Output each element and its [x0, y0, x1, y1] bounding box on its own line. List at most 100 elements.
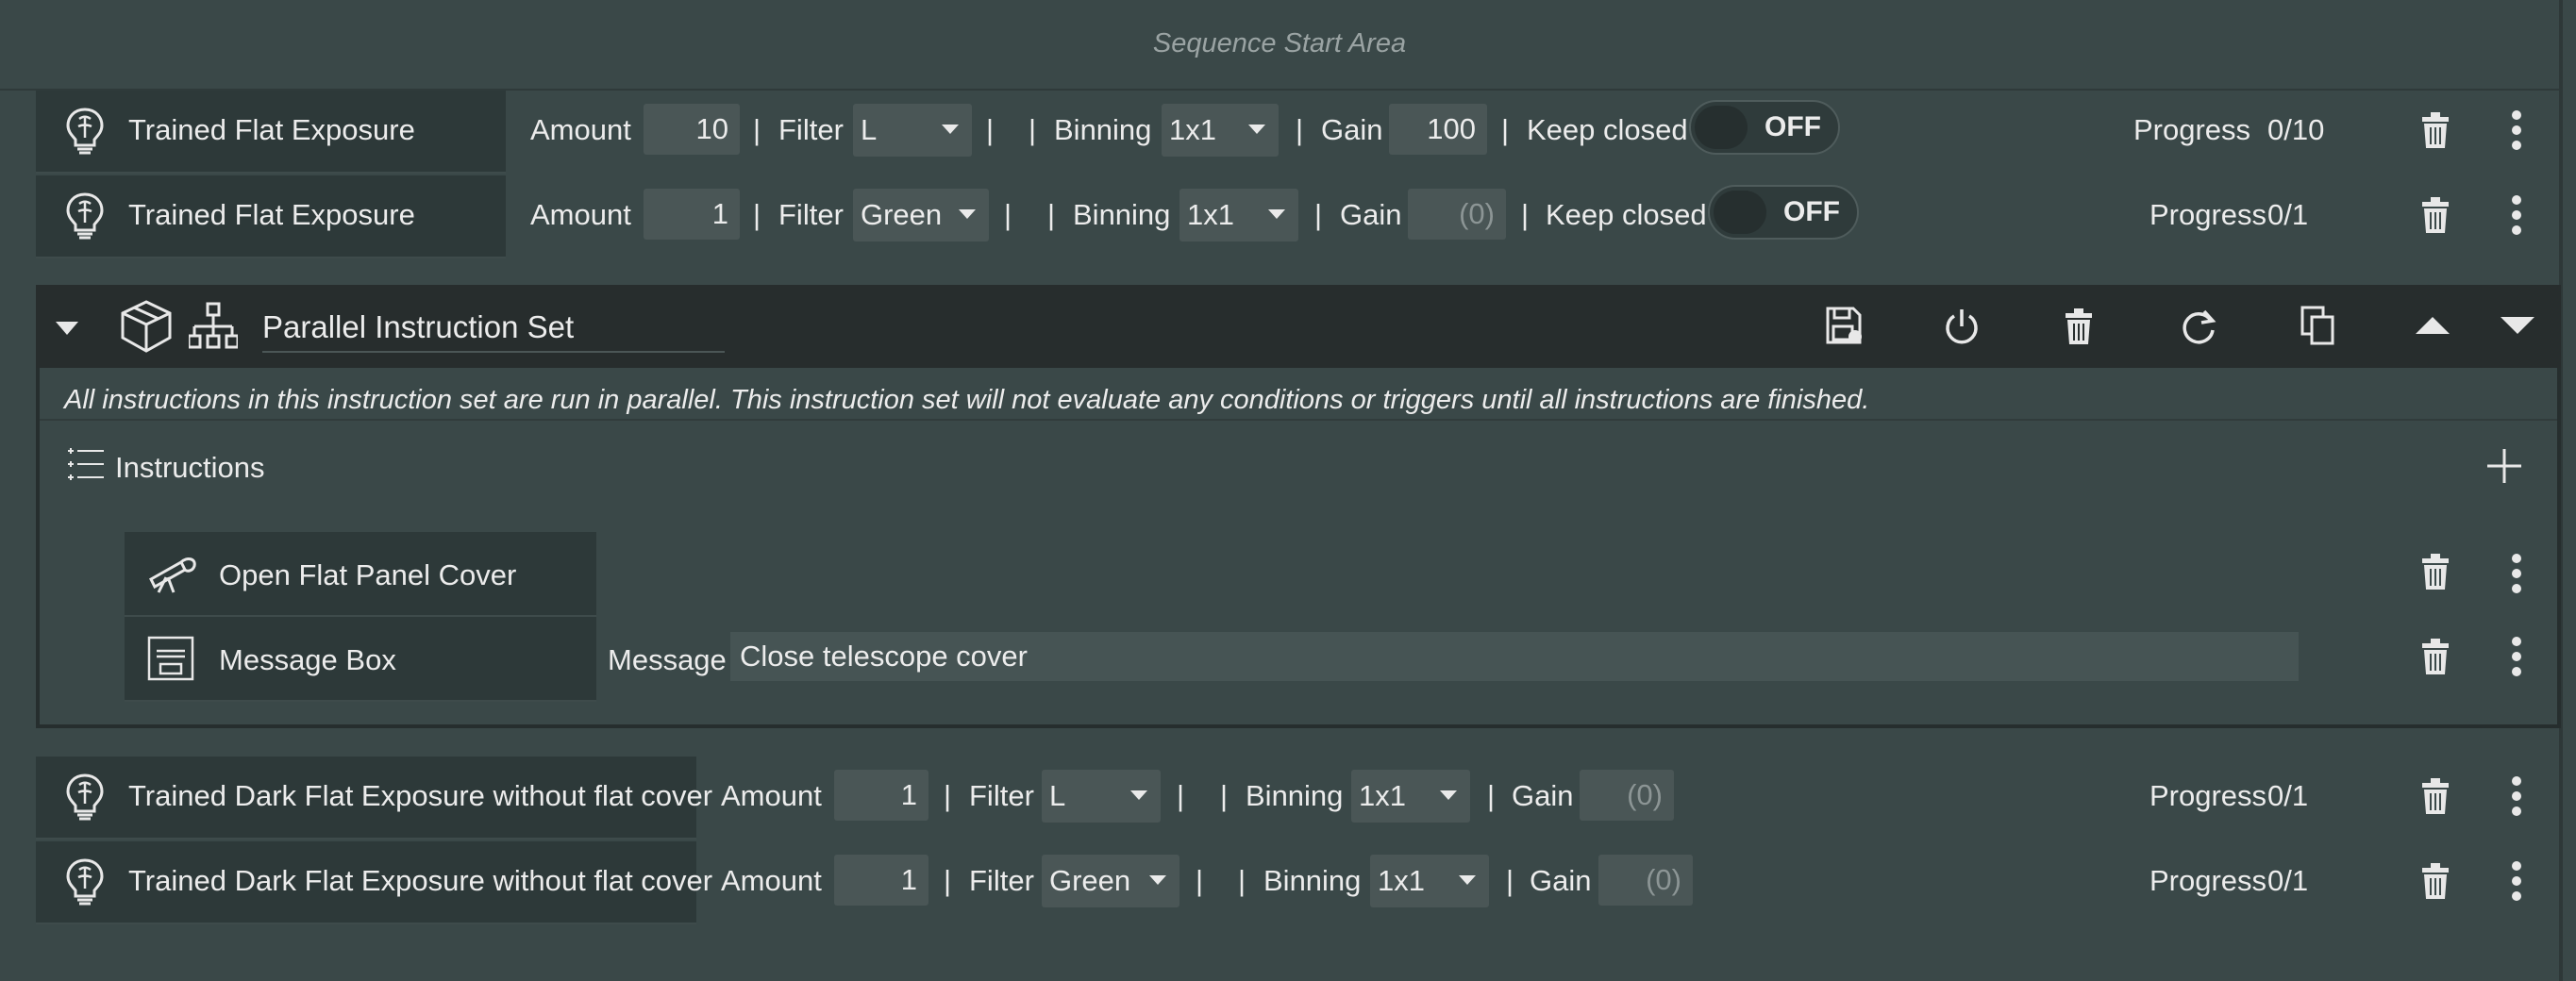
progress-value: 0/10: [2267, 113, 2325, 146]
more-vertical-icon[interactable]: [2511, 109, 2522, 151]
list-icon: [68, 448, 104, 480]
trash-icon[interactable]: [2421, 196, 2450, 234]
instruction-name: Open Flat Panel Cover: [219, 558, 517, 591]
filter-select[interactable]: L: [853, 104, 972, 157]
power-icon[interactable]: [1944, 308, 1980, 345]
progress-value: 0/1: [2267, 198, 2309, 231]
amount-input[interactable]: 1: [834, 770, 928, 821]
filter-label: Filter: [969, 779, 1034, 812]
progress-value: 0/1: [2267, 864, 2309, 897]
separator: |: [1220, 779, 1229, 812]
trash-icon[interactable]: [2421, 553, 2450, 590]
dropdown-arrow-icon: [942, 125, 959, 134]
separator: |: [944, 864, 952, 897]
instruction-row-dark-2[interactable]: Trained Dark Flat Exposure without flat …: [0, 841, 2559, 924]
separator: |: [1238, 864, 1246, 897]
progress-label: Progress: [2149, 779, 2267, 812]
lightbulb-brain-icon: [66, 858, 104, 906]
trash-icon[interactable]: [2421, 111, 2450, 149]
amount-label: Amount: [530, 198, 631, 231]
dropdown-arrow-icon: [1268, 209, 1285, 219]
binning-select[interactable]: 1x1: [1351, 770, 1470, 823]
separator: |: [753, 113, 761, 146]
instruction-name: Trained Dark Flat Exposure without flat …: [128, 864, 713, 897]
binning-label: Binning: [1073, 198, 1171, 231]
keep-closed-toggle[interactable]: OFF: [1708, 185, 1859, 240]
more-vertical-icon[interactable]: [2511, 636, 2522, 677]
instruction-name-box[interactable]: Trained Dark Flat Exposure without flat …: [36, 757, 712, 840]
instruction-row-message-box[interactable]: Message Box: [125, 617, 596, 702]
gain-input[interactable]: (0): [1408, 189, 1506, 240]
message-input[interactable]: Close telescope cover: [730, 632, 2299, 681]
gain-label: Gain: [1321, 113, 1383, 146]
sequence-start-area[interactable]: Sequence Start Area: [0, 0, 2559, 91]
more-vertical-icon[interactable]: [2511, 194, 2522, 236]
instruction-name-box[interactable]: Trained Flat Exposure: [36, 91, 506, 174]
save-icon[interactable]: [1825, 306, 1863, 345]
toggle-state: OFF: [1765, 111, 1821, 142]
amount-label: Amount: [530, 113, 631, 146]
instruction-name-box[interactable]: Trained Flat Exposure: [36, 175, 506, 258]
filter-label: Filter: [969, 864, 1034, 897]
keep-closed-label: Keep closed: [1546, 198, 1707, 231]
instruction-name: Trained Flat Exposure: [128, 113, 415, 146]
binning-select[interactable]: 1x1: [1179, 189, 1298, 241]
plus-icon[interactable]: [2485, 447, 2523, 485]
instruction-set-title[interactable]: Parallel Instruction Set: [262, 309, 725, 353]
amount-label: Amount: [721, 779, 822, 812]
toggle-knob: [1695, 106, 1748, 149]
more-vertical-icon[interactable]: [2511, 860, 2522, 902]
keep-closed-label: Keep closed: [1527, 113, 1688, 146]
chevron-down-icon[interactable]: [55, 321, 79, 336]
instruction-name: Trained Flat Exposure: [128, 198, 415, 231]
filter-select[interactable]: Green: [1042, 855, 1179, 907]
refresh-icon[interactable]: [2180, 308, 2217, 345]
separator: |: [1487, 779, 1496, 812]
separator: |: [1029, 113, 1037, 146]
keep-closed-toggle[interactable]: OFF: [1689, 100, 1840, 155]
separator: |: [753, 198, 761, 231]
telescope-icon: [149, 557, 196, 593]
separator: |: [986, 113, 995, 146]
message-box-icon: [147, 636, 194, 681]
gain-input[interactable]: (0): [1580, 770, 1674, 821]
gain-input[interactable]: (0): [1598, 855, 1693, 906]
gain-input[interactable]: 100: [1389, 104, 1487, 155]
divider: [40, 419, 2557, 421]
filter-select[interactable]: Green: [853, 189, 989, 241]
instruction-row-flat-1[interactable]: Trained Flat Exposure Amount 10 | Filter…: [0, 91, 2559, 174]
box-icon: [121, 300, 172, 353]
more-vertical-icon[interactable]: [2511, 553, 2522, 594]
binning-value: 1x1: [1359, 779, 1406, 812]
copy-icon[interactable]: [2300, 306, 2334, 345]
progress-label: Progress: [2133, 113, 2251, 146]
binning-select[interactable]: 1x1: [1370, 855, 1489, 907]
amount-input[interactable]: 1: [834, 855, 928, 906]
dropdown-arrow-icon: [1248, 125, 1265, 134]
amount-input[interactable]: 10: [644, 104, 740, 155]
trash-icon[interactable]: [2421, 862, 2450, 900]
arrow-up-icon[interactable]: [2416, 317, 2450, 334]
binning-select[interactable]: 1x1: [1162, 104, 1279, 157]
binning-value: 1x1: [1378, 864, 1425, 897]
separator: |: [1177, 779, 1185, 812]
arrow-down-icon[interactable]: [2501, 317, 2534, 334]
lightbulb-brain-icon: [66, 108, 104, 155]
binning-label: Binning: [1246, 779, 1344, 812]
trash-icon[interactable]: [2421, 638, 2450, 675]
instruction-row-dark-1[interactable]: Trained Dark Flat Exposure without flat …: [0, 757, 2559, 840]
separator: |: [1521, 198, 1530, 231]
instruction-row-open-flat-panel-cover[interactable]: Open Flat Panel Cover: [125, 532, 596, 617]
instruction-row-flat-2[interactable]: Trained Flat Exposure Amount 1 | Filter …: [0, 175, 2559, 258]
message-label: Message: [608, 643, 727, 676]
more-vertical-icon[interactable]: [2511, 775, 2522, 817]
amount-input[interactable]: 1: [644, 189, 740, 240]
instruction-name-box[interactable]: Trained Dark Flat Exposure without flat …: [36, 841, 712, 924]
filter-select[interactable]: L: [1042, 770, 1161, 823]
toggle-state: OFF: [1783, 196, 1840, 227]
trash-icon[interactable]: [2065, 308, 2093, 345]
dropdown-arrow-icon: [1149, 875, 1166, 885]
filter-value: Green: [861, 198, 943, 231]
trash-icon[interactable]: [2421, 777, 2450, 815]
filter-value: L: [1049, 779, 1066, 812]
